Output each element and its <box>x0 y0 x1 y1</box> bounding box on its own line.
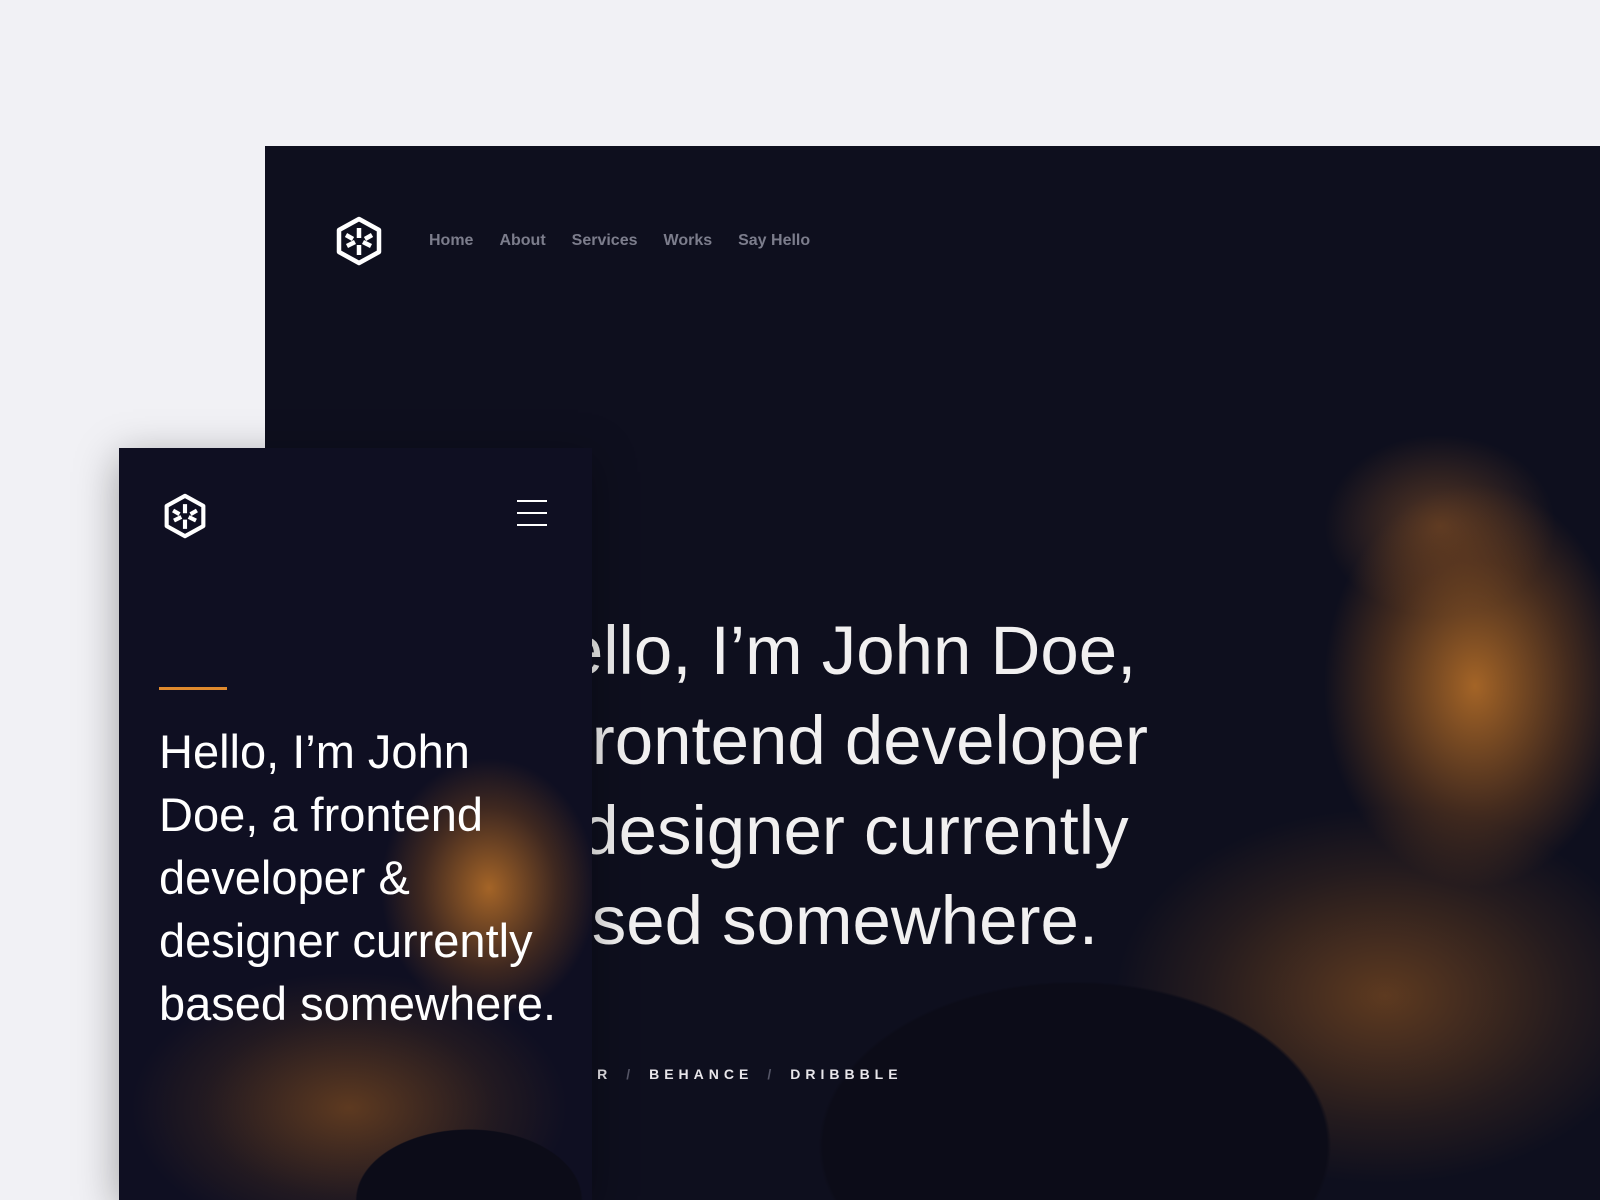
mobile-hero-heading: Hello, I’m John Doe, a frontend develope… <box>159 725 557 1030</box>
accent-line <box>159 687 227 690</box>
hero-line: a frontend developer <box>515 702 1148 779</box>
nav-about[interactable]: About <box>499 232 545 250</box>
behance-link[interactable]: Behance <box>649 1066 753 1082</box>
nav-home[interactable]: Home <box>429 232 473 250</box>
separator: / <box>626 1066 636 1082</box>
nav-works[interactable]: Works <box>664 232 713 250</box>
separator: / <box>767 1066 777 1082</box>
main-nav: Home About Services Works Say Hello <box>335 216 836 266</box>
cube-logo-icon[interactable] <box>163 493 207 539</box>
dribbble-link[interactable]: Dribbble <box>790 1066 902 1082</box>
nav-say-hello[interactable]: Say Hello <box>738 232 810 250</box>
hamburger-menu-icon[interactable] <box>517 500 547 526</box>
hero-line: based somewhere. <box>515 882 1098 959</box>
hero-line: Hello, I’m John Doe, <box>515 612 1137 689</box>
hero-line: & designer currently <box>515 792 1129 869</box>
cube-logo-icon[interactable] <box>335 216 383 266</box>
nav-services[interactable]: Services <box>572 232 638 250</box>
mobile-mockup: Hello, I’m John Doe, a frontend develope… <box>119 448 592 1200</box>
hero-heading: Hello, I’m John Doe, a frontend develope… <box>515 606 1148 966</box>
